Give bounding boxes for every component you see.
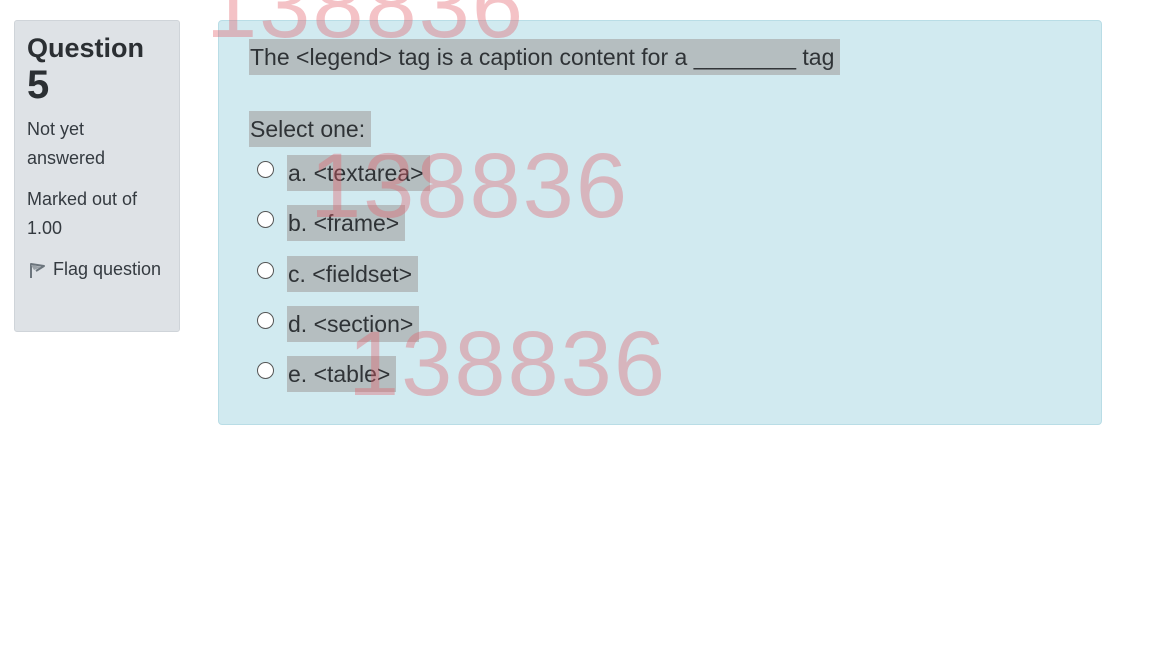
answer-label-d[interactable]: d. <section>: [287, 305, 420, 342]
question-info-panel: Question 5 Not yet answered Marked out o…: [14, 20, 180, 332]
select-prompt: Select one:: [249, 111, 372, 147]
flag-question-label: Flag question: [53, 259, 162, 279]
page: Question 5 Not yet answered Marked out o…: [0, 0, 1152, 648]
answer-label-b[interactable]: b. <frame>: [287, 205, 406, 242]
answer-label-c[interactable]: c. <fieldset>: [287, 255, 419, 292]
question-number: 5: [27, 63, 50, 107]
answer-label-e[interactable]: e. <table>: [287, 356, 397, 393]
marks-info: Marked out of 1.00: [27, 189, 138, 238]
answer-radio-a[interactable]: [257, 161, 274, 178]
question-text: The <legend> tag is a caption content fo…: [249, 39, 841, 75]
answer-radio-e[interactable]: [257, 362, 274, 380]
answer-radio-d[interactable]: [257, 311, 274, 329]
answer-status: Not yet answered: [27, 119, 106, 168]
answer-label-a[interactable]: a. <textarea>: [287, 155, 430, 191]
question-content-panel: The <legend> tag is a caption content fo…: [218, 20, 1102, 425]
answer-radio-c[interactable]: [257, 261, 274, 279]
question-label: Question: [27, 33, 145, 63]
flag-icon: [27, 260, 47, 280]
flag-question-link[interactable]: Flag question: [27, 255, 167, 284]
answer-radio-b[interactable]: [257, 211, 274, 229]
